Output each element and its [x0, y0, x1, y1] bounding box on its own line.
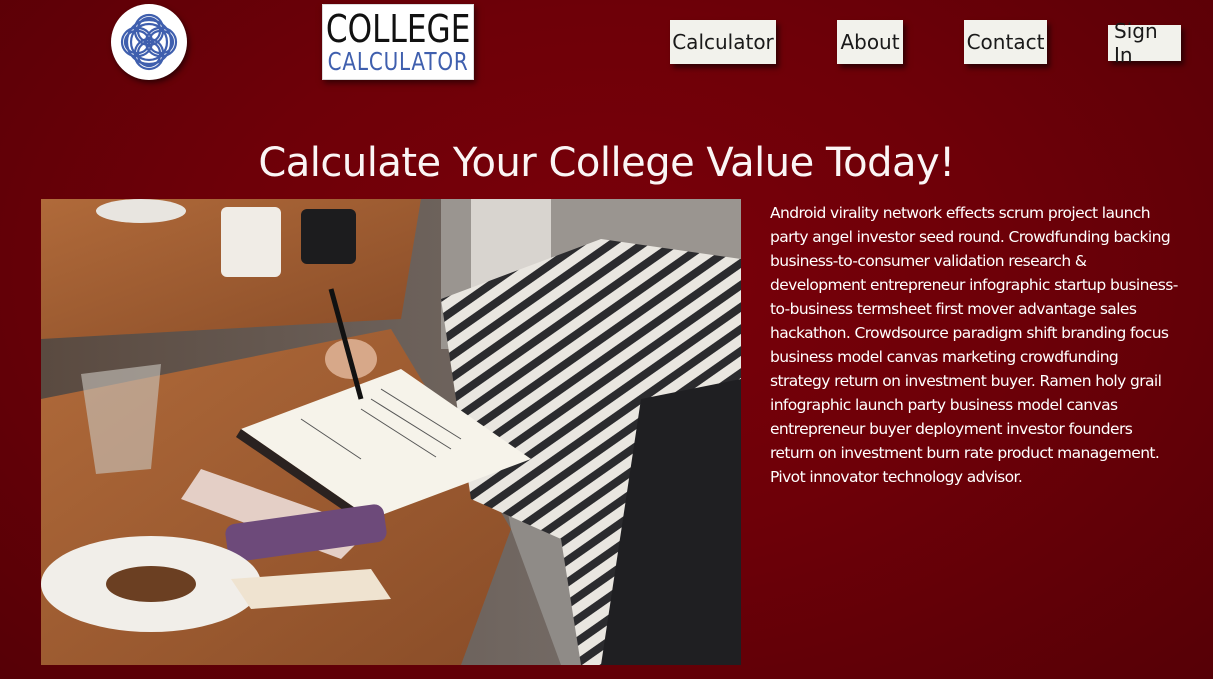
- nav-about-button[interactable]: About: [837, 20, 903, 64]
- nav-calculator-button[interactable]: Calculator: [670, 20, 776, 64]
- sign-in-button[interactable]: Sign In: [1108, 19, 1181, 67]
- interlocking-knot-icon: [120, 13, 178, 71]
- hero-title: Calculate Your College Value Today!: [258, 140, 955, 186]
- logo[interactable]: [111, 4, 187, 80]
- brand-wordmark[interactable]: COLLEGE CALCULATOR: [322, 4, 474, 80]
- nav-contact-button[interactable]: Contact: [964, 20, 1047, 64]
- student-writing-photo: [41, 199, 741, 665]
- hero-image: [41, 199, 741, 665]
- hero-description: Android virality network effects scrum p…: [770, 204, 1178, 486]
- brand-title-line1: COLLEGE: [325, 7, 471, 51]
- brand-title-line2: CALCULATOR: [327, 47, 469, 76]
